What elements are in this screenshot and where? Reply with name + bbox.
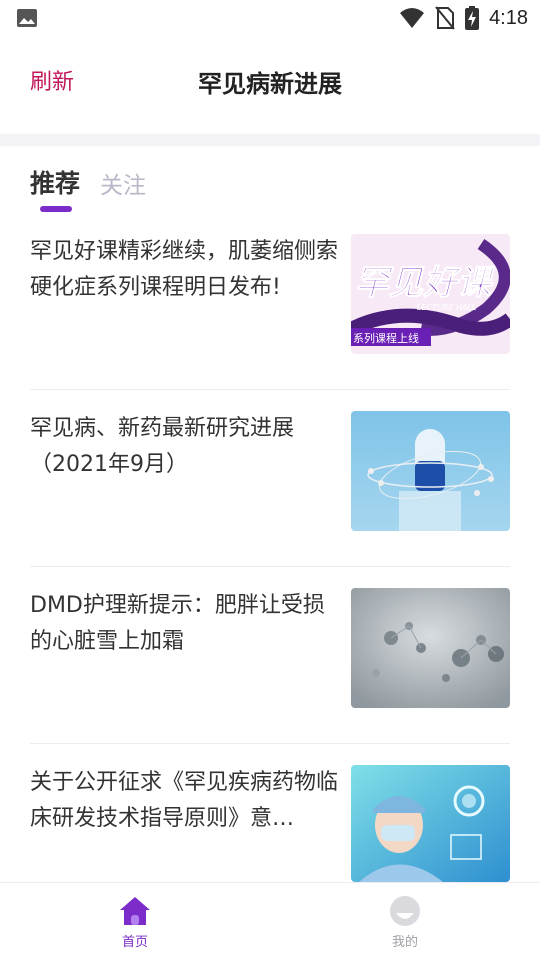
article-title: DMD护理新提示：肥胖让受损的心脏雪上加霜 <box>30 593 325 654</box>
list-separator <box>30 389 510 390</box>
app-header: 罕见病新进展 刷新 <box>0 40 540 116</box>
tab-recommended[interactable]: 推荐 <box>30 164 80 200</box>
page-title: 罕见病新进展 <box>198 70 342 98</box>
wifi-icon <box>400 8 425 28</box>
tab-following[interactable]: 关注 <box>100 166 146 200</box>
article-title: 罕见好课精彩继续，肌萎缩侧索硬化症系列课程明日发布! <box>30 239 339 300</box>
article-title: 罕见病、新药最新研究进展（2021年9月） <box>30 416 295 477</box>
article-thumbnail: 罕见好课 LECTURE HALL 系列课程上线 <box>351 234 510 354</box>
list-separator <box>30 743 510 744</box>
profile-icon <box>390 896 420 926</box>
article-item[interactable]: 罕见病、新药最新研究进展（2021年9月） <box>30 411 510 531</box>
thumb-sub: LECTURE HALL <box>417 303 476 312</box>
no-sim-icon <box>435 6 455 30</box>
thumb-tag: 系列课程上线 <box>353 331 419 345</box>
article-thumbnail <box>351 588 510 708</box>
bottom-nav: 首页 我的 <box>0 882 540 960</box>
thumb-heading: 罕见好课 <box>355 263 495 303</box>
article-item[interactable]: 关于公开征求《罕见疾病药物临床研发技术指导原则》意… <box>30 765 510 885</box>
article-item[interactable]: DMD护理新提示：肥胖让受损的心脏雪上加霜 <box>30 588 510 708</box>
status-bar: 4:18 <box>0 0 540 36</box>
battery-charging-icon <box>465 6 480 30</box>
nav-home[interactable]: 首页 <box>95 895 175 950</box>
article-title: 关于公开征求《罕见疾病药物临床研发技术指导原则》意… <box>30 770 339 831</box>
article-item[interactable]: 罕见好课精彩继续，肌萎缩侧索硬化症系列课程明日发布! 罕见好课 LECTURE … <box>30 234 510 354</box>
nav-mine[interactable]: 我的 <box>365 895 445 950</box>
refresh-button[interactable]: 刷新 <box>30 64 74 96</box>
article-thumbnail <box>351 411 510 531</box>
home-icon <box>120 897 150 925</box>
image-icon <box>17 9 37 27</box>
list-separator <box>30 566 510 567</box>
nav-mine-label: 我的 <box>391 935 418 950</box>
tab-active-indicator <box>40 206 72 212</box>
article-thumbnail <box>351 765 510 882</box>
header-divider <box>0 134 540 146</box>
nav-home-label: 首页 <box>121 935 148 950</box>
status-time: 4:18 <box>489 6 528 29</box>
